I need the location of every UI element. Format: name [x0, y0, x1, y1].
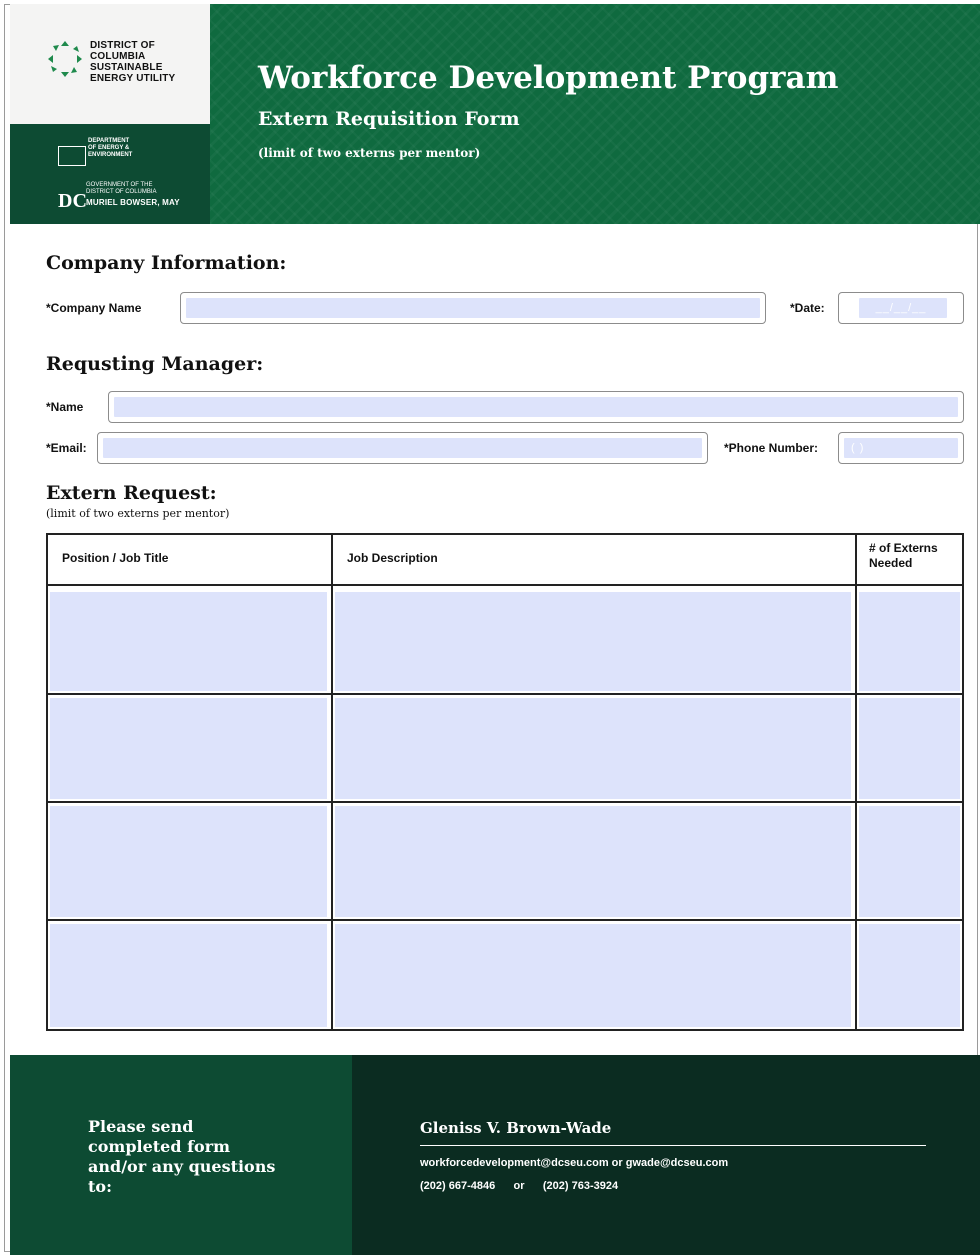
row-divider — [48, 584, 962, 586]
dc-mayor-text: MURIEL BOWSER, MAY — [86, 198, 180, 207]
manager-email-field — [97, 432, 708, 464]
date-field: __/__/__ — [838, 292, 964, 324]
company-section-title: Company Information: — [46, 252, 287, 274]
manager-email-label: *Email: — [46, 441, 87, 455]
manager-email-input[interactable] — [103, 438, 702, 458]
manager-name-label: *Name — [46, 400, 84, 414]
row-divider — [48, 801, 962, 803]
logo-line: SUSTAINABLE — [90, 62, 163, 73]
column-header-label: # of Externs Needed — [869, 541, 938, 570]
doee-logo: DEPARTMENT OF ENERGY & ENVIRONMENT — [58, 138, 176, 172]
doee-line: OF ENERGY & — [88, 145, 130, 151]
dcseu-logo-icon — [48, 41, 82, 77]
request-section-title: Extern Request: — [46, 482, 217, 504]
position-input[interactable] — [50, 806, 327, 917]
contact-divider — [420, 1145, 926, 1146]
dc-gov-line: DISTRICT OF COLUMBIA — [86, 189, 157, 195]
company-name-field — [180, 292, 766, 324]
column-header-externs-needed: # of Externs Needed — [857, 535, 962, 585]
job-description-input[interactable] — [335, 924, 851, 1027]
footer-message: Please send completed form and/or any qu… — [88, 1117, 276, 1196]
position-input[interactable] — [50, 698, 327, 799]
extern-request-table: Position / Job Title Job Description # o… — [46, 533, 964, 1031]
date-input[interactable] — [859, 298, 947, 318]
government-logos-panel: DEPARTMENT OF ENERGY & ENVIRONMENT DC GO… — [10, 124, 210, 224]
job-description-input[interactable] — [335, 806, 851, 917]
logo-line: COLUMBIA — [90, 51, 146, 62]
doee-logo-text: DEPARTMENT OF ENERGY & ENVIRONMENT — [88, 138, 132, 159]
contact-phones: (202) 667-4846 or (202) 763-3924 — [420, 1180, 619, 1192]
row-divider — [48, 693, 962, 695]
externs-needed-input[interactable] — [859, 924, 960, 1027]
form-limit-note: (limit of two externs per mentor) — [258, 146, 481, 160]
column-header-description: Job Description — [333, 535, 857, 585]
manager-name-input[interactable] — [114, 397, 958, 417]
manager-section-title: Requsting Manager: — [46, 353, 264, 375]
externs-needed-input[interactable] — [859, 698, 960, 799]
column-header-position: Position / Job Title — [48, 535, 333, 585]
dc-government-text: GOVERNMENT OF THE DISTRICT OF COLUMBIA — [86, 182, 157, 196]
row-divider — [48, 919, 962, 921]
dcseu-logo-panel: DISTRICT OF COLUMBIA SUSTAINABLE ENERGY … — [10, 4, 210, 124]
job-description-input[interactable] — [335, 592, 851, 691]
doee-line: ENVIRONMENT — [88, 152, 133, 158]
doee-flag-icon — [58, 146, 86, 166]
column-divider — [331, 535, 333, 1029]
dc-gov-line: GOVERNMENT OF THE — [86, 182, 153, 188]
dcseu-logo-text: DISTRICT OF COLUMBIA SUSTAINABLE ENERGY … — [90, 40, 175, 84]
position-input[interactable] — [50, 924, 327, 1027]
dc-mark-icon: DC — [58, 190, 87, 212]
doee-line: DEPARTMENT — [88, 138, 130, 144]
form-subtitle: Extern Requisition Form — [258, 108, 520, 130]
company-name-input[interactable] — [186, 298, 760, 318]
date-label: *Date: — [790, 301, 825, 315]
logo-line: ENERGY UTILITY — [90, 73, 176, 84]
dc-government-logo: DC GOVERNMENT OF THE DISTRICT OF COLUMBI… — [58, 180, 188, 214]
title-banner: Workforce Development Program Extern Req… — [210, 4, 980, 224]
column-divider — [855, 535, 857, 1029]
header: DISTRICT OF COLUMBIA SUSTAINABLE ENERGY … — [10, 4, 980, 224]
contact-emails[interactable]: workforcedevelopment@dcseu.com or gwade@… — [420, 1157, 728, 1169]
request-limit-note: (limit of two externs per mentor) — [46, 507, 230, 520]
footer-contact-panel: Gleniss V. Brown-Wade workforcedevelopme… — [352, 1055, 980, 1255]
manager-name-field — [108, 391, 964, 423]
logo-line: DISTRICT OF — [90, 40, 155, 51]
column-header-label: Job Description — [347, 551, 438, 565]
phone-number-field: ( ) — [838, 432, 964, 464]
job-description-input[interactable] — [335, 698, 851, 799]
page-title: Workforce Development Program — [258, 60, 839, 96]
company-name-label: *Company Name — [46, 301, 142, 315]
column-header-label: Position / Job Title — [62, 551, 169, 565]
externs-needed-input[interactable] — [859, 592, 960, 691]
phone-number-label: *Phone Number: — [724, 441, 819, 455]
footer-message-panel: Please send completed form and/or any qu… — [10, 1055, 352, 1255]
position-input[interactable] — [50, 592, 327, 691]
externs-needed-input[interactable] — [859, 806, 960, 917]
phone-number-input[interactable] — [844, 438, 958, 458]
contact-name: Gleniss V. Brown-Wade — [420, 1119, 612, 1137]
